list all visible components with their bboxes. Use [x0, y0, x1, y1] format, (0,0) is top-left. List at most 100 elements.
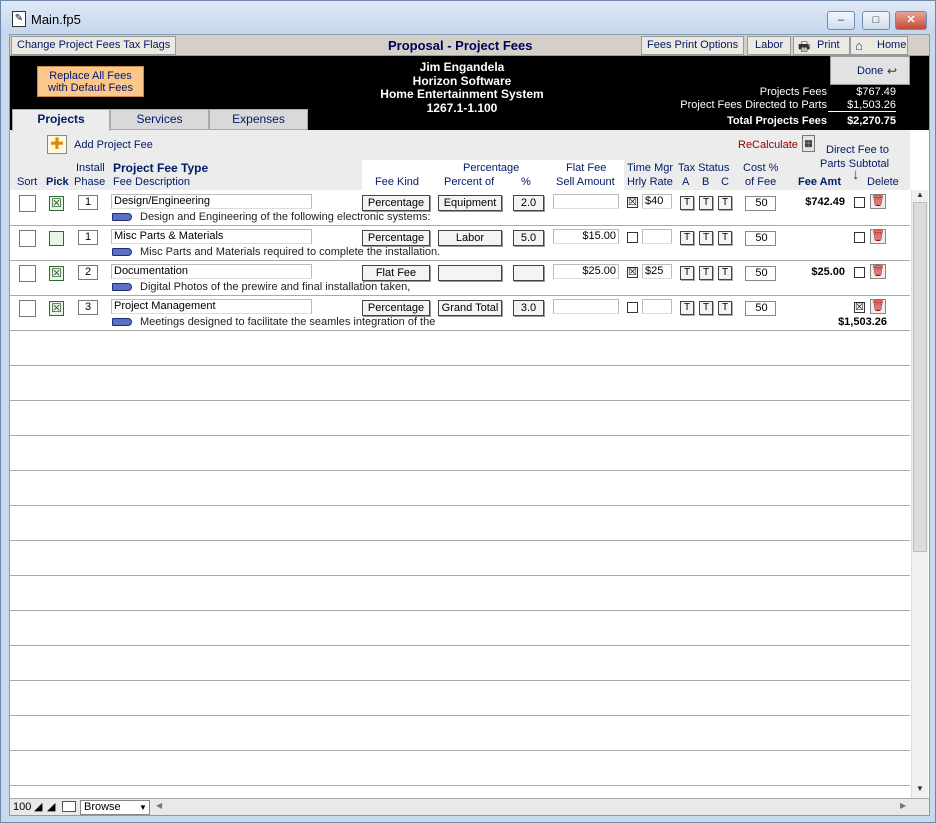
fee-description[interactable]: Meetings designed to facilitate the seam… — [140, 316, 435, 328]
pick-checkbox[interactable] — [49, 231, 64, 246]
hourly-rate-field[interactable]: $40 — [642, 194, 672, 209]
home-button[interactable]: ⌂ Home — [850, 36, 908, 55]
tax-c-button[interactable]: T — [718, 266, 732, 280]
done-button[interactable]: Done ↩ — [830, 56, 910, 85]
sort-checkbox[interactable] — [19, 265, 36, 282]
flat-fee-field[interactable]: $25.00 — [553, 264, 619, 279]
direct-fee-checkbox[interactable] — [854, 197, 865, 208]
percent-field[interactable]: 5.0 — [513, 230, 544, 246]
zoom-out-icon[interactable]: ◢ — [34, 800, 42, 813]
zoom-in-icon[interactable]: ◢ — [47, 800, 55, 813]
pencil-icon[interactable] — [112, 213, 132, 221]
tax-a-button[interactable]: T — [680, 301, 694, 315]
pencil-icon[interactable] — [112, 248, 132, 256]
tab-services[interactable]: Services — [110, 109, 209, 130]
tax-a-button[interactable]: T — [680, 231, 694, 245]
tab-expenses[interactable]: Expenses — [209, 109, 308, 130]
tax-b-button[interactable]: T — [699, 301, 713, 315]
fee-type-field[interactable]: Design/Engineering — [111, 194, 312, 209]
title-bar[interactable]: ✎ Main.fp5 – □ ✕ — [1, 1, 935, 34]
fee-description[interactable]: Digital Photos of the prewire and final … — [140, 281, 410, 293]
sort-checkbox[interactable] — [19, 230, 36, 247]
tax-b-button[interactable]: T — [699, 266, 713, 280]
pick-checkbox[interactable]: ☒ — [49, 301, 64, 316]
calculator-icon[interactable]: ▦ — [802, 135, 815, 152]
cost-pct-field[interactable]: 50 — [745, 196, 776, 211]
time-mgr-checkbox[interactable]: ☒ — [627, 267, 638, 278]
fee-type-field[interactable]: Misc Parts & Materials — [111, 229, 312, 244]
phase-field[interactable]: 2 — [78, 265, 98, 280]
hourly-rate-field[interactable]: $25 — [642, 264, 672, 279]
percent-of-button[interactable] — [438, 265, 502, 281]
cost-pct-field[interactable]: 50 — [745, 266, 776, 281]
pencil-icon[interactable] — [112, 318, 132, 326]
flat-fee-field[interactable] — [553, 299, 619, 314]
percent-of-button[interactable]: Equipment — [438, 195, 502, 211]
change-tax-flags-button[interactable]: Change Project Fees Tax Flags — [11, 36, 177, 55]
pick-checkbox[interactable]: ☒ — [49, 196, 64, 211]
add-fee-button[interactable]: ✚ — [47, 135, 67, 154]
percent-of-button[interactable]: Grand Total — [438, 300, 502, 316]
percent-field[interactable]: 3.0 — [513, 300, 544, 316]
close-button[interactable]: ✕ — [895, 11, 927, 30]
phase-field[interactable]: 3 — [78, 300, 98, 315]
fee-kind-button[interactable]: Flat Fee — [362, 265, 430, 281]
delete-button[interactable]: 🗑 — [870, 299, 886, 314]
hourly-rate-field[interactable] — [642, 229, 672, 244]
delete-button[interactable]: 🗑 — [870, 229, 886, 244]
tax-c-button[interactable]: T — [718, 231, 732, 245]
time-mgr-checkbox[interactable]: ☒ — [627, 197, 638, 208]
fee-kind-button[interactable]: Percentage — [362, 300, 430, 316]
recalculate-button[interactable]: ReCalculate — [738, 139, 798, 151]
replace-all-fees-button[interactable]: Replace All Fees with Default Fees — [37, 66, 144, 97]
tax-b-button[interactable]: T — [699, 231, 713, 245]
scroll-thumb[interactable] — [913, 202, 927, 552]
scroll-left-arrow[interactable]: ◀ — [156, 801, 162, 810]
percent-of-button[interactable]: Labor — [438, 230, 502, 246]
phase-field[interactable]: 1 — [78, 230, 98, 245]
flat-fee-field[interactable]: $15.00 — [553, 229, 619, 244]
minimize-button[interactable]: – — [827, 11, 855, 30]
tax-b-button[interactable]: T — [699, 196, 713, 210]
fee-type-field[interactable]: Project Management — [111, 299, 312, 314]
mode-select[interactable]: Browse ▼ — [80, 800, 150, 815]
phase-field[interactable]: 1 — [78, 195, 98, 210]
fee-description[interactable]: Design and Engineering of the following … — [140, 211, 430, 223]
cost-pct-field[interactable]: 50 — [745, 231, 776, 246]
sort-checkbox[interactable] — [19, 300, 36, 317]
status-area-icon[interactable] — [62, 801, 76, 812]
tax-c-button[interactable]: T — [718, 196, 732, 210]
fees-print-options-button[interactable]: Fees Print Options — [641, 36, 745, 55]
maximize-button[interactable]: □ — [862, 11, 890, 30]
labor-button[interactable]: Labor — [747, 36, 792, 55]
flat-fee-field[interactable] — [553, 194, 619, 209]
scroll-down-arrow[interactable]: ▼ — [912, 784, 928, 796]
scroll-right-arrow[interactable]: ▶ — [900, 801, 906, 810]
fee-kind-button[interactable]: Percentage — [362, 195, 430, 211]
scroll-up-arrow[interactable]: ▲ — [912, 190, 928, 202]
add-fee-label[interactable]: Add Project Fee — [74, 139, 153, 151]
tab-projects[interactable]: Projects — [12, 109, 110, 131]
direct-fee-checkbox[interactable] — [854, 267, 865, 278]
hourly-rate-field[interactable] — [642, 299, 672, 314]
tax-a-button[interactable]: T — [680, 266, 694, 280]
percent-field[interactable]: 2.0 — [513, 195, 544, 211]
tax-a-button[interactable]: T — [680, 196, 694, 210]
sort-checkbox[interactable] — [19, 195, 36, 212]
percent-field[interactable] — [513, 265, 544, 281]
print-button[interactable]: 🖶 Print — [793, 36, 850, 55]
direct-fee-checkbox[interactable]: ☒ — [854, 302, 865, 313]
direct-fee-checkbox[interactable] — [854, 232, 865, 243]
vertical-scrollbar[interactable]: ▲ ▼ — [911, 190, 928, 798]
tax-c-button[interactable]: T — [718, 301, 732, 315]
fee-type-field[interactable]: Documentation — [111, 264, 312, 279]
time-mgr-checkbox[interactable] — [627, 232, 638, 243]
cost-pct-field[interactable]: 50 — [745, 301, 776, 316]
pick-checkbox[interactable]: ☒ — [49, 266, 64, 281]
delete-button[interactable]: 🗑 — [870, 194, 886, 209]
fee-kind-button[interactable]: Percentage — [362, 230, 430, 246]
time-mgr-checkbox[interactable] — [627, 302, 638, 313]
delete-button[interactable]: 🗑 — [870, 264, 886, 279]
pencil-icon[interactable] — [112, 283, 132, 291]
fee-description[interactable]: Misc Parts and Materials required to com… — [140, 246, 440, 258]
